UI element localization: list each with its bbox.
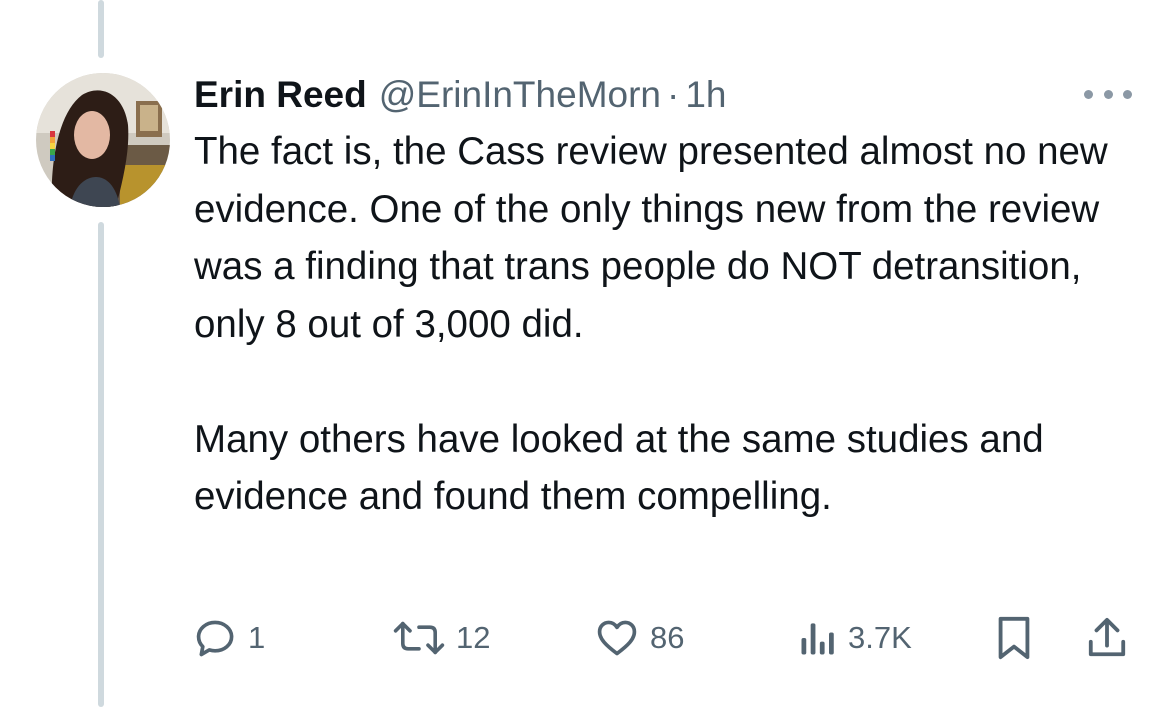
reply-button[interactable]: 1 <box>194 610 265 666</box>
tweet-paragraph: Many others have looked at the same stud… <box>194 417 1044 519</box>
views-icon <box>798 616 838 660</box>
author-name[interactable]: Erin Reed <box>194 70 367 120</box>
tweet-text: The fact is, the Cass review presented a… <box>194 123 1144 526</box>
bookmark-button[interactable] <box>994 610 1034 666</box>
view-count: 3.7K <box>848 620 912 655</box>
thread-line-bottom <box>98 222 104 707</box>
tweet-header: Erin Reed @ErinInTheMorn · 1h <box>194 70 1144 120</box>
reply-count: 1 <box>248 620 266 655</box>
action-bar: 1 12 86 3.7K <box>194 610 1134 666</box>
tweet: Erin Reed @ErinInTheMorn · 1h The fact i… <box>0 0 1170 707</box>
avatar[interactable] <box>36 73 170 207</box>
author-handle[interactable]: @ErinInTheMorn <box>379 70 661 120</box>
views-button[interactable]: 3.7K <box>798 610 912 666</box>
heart-icon <box>594 616 640 660</box>
more-icon[interactable] <box>1084 86 1132 102</box>
like-count: 86 <box>650 620 685 655</box>
repost-button[interactable]: 12 <box>392 610 490 666</box>
tweet-content: Erin Reed @ErinInTheMorn · 1h The fact i… <box>194 70 1144 526</box>
share-button[interactable] <box>1086 610 1128 666</box>
bookmark-icon <box>994 615 1034 661</box>
tweet-paragraph: The fact is, the Cass review presented a… <box>194 130 1108 346</box>
share-icon <box>1086 615 1128 661</box>
tweet-time[interactable]: 1h <box>685 70 726 120</box>
thread-line-top <box>98 0 104 58</box>
reply-icon <box>194 616 238 660</box>
repost-count: 12 <box>456 620 491 655</box>
repost-icon <box>392 616 446 660</box>
like-button[interactable]: 86 <box>594 610 684 666</box>
separator-dot: · <box>667 74 680 115</box>
